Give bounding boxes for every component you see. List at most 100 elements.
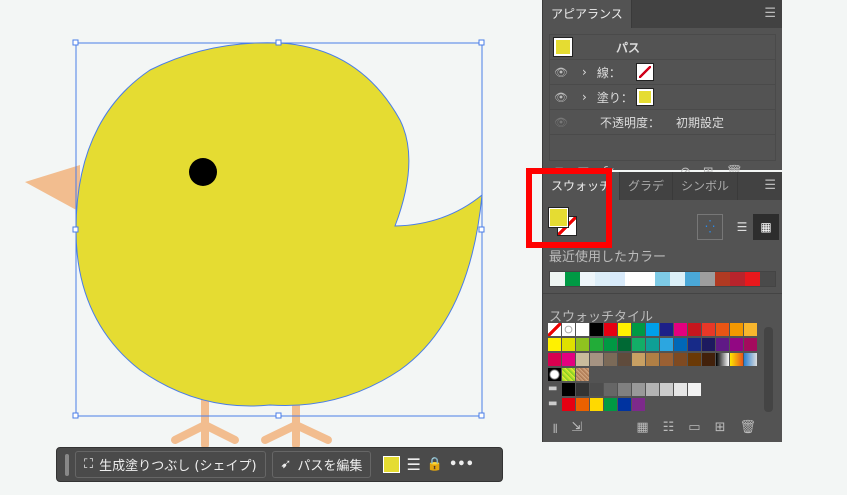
tab-gradient[interactable]: グラデ [620,172,674,200]
swatch[interactable] [618,353,631,366]
chevron-right-icon[interactable]: › [582,90,587,104]
swatch[interactable] [562,323,575,336]
swatch[interactable] [632,323,645,336]
chick-body[interactable] [75,42,483,407]
swatch[interactable] [590,323,603,336]
recent-swatch[interactable] [625,272,640,286]
swatch[interactable] [618,338,631,351]
recent-swatch[interactable] [700,272,715,286]
swatch[interactable] [632,353,645,366]
swatch[interactable] [660,353,673,366]
swatch[interactable] [562,353,575,366]
swatch[interactable] [730,353,743,366]
recent-swatch[interactable] [760,272,775,286]
swatch[interactable] [604,383,617,396]
swatch[interactable] [590,353,603,366]
lock-icon[interactable]: 🔒 [427,457,443,472]
scrollbar[interactable] [764,327,773,412]
swatch[interactable] [590,383,603,396]
recent-swatch[interactable] [715,272,730,286]
swatch[interactable] [646,338,659,351]
menu-icon[interactable]: ☰ [764,6,776,21]
swatch[interactable] [562,368,575,381]
menu-icon[interactable]: ☰ [764,178,776,193]
new-swatch-icon[interactable]: ⊞ [715,420,726,442]
swatch[interactable] [548,353,561,366]
artboard[interactable] [0,0,540,495]
swatch[interactable] [604,398,617,411]
swatch[interactable] [604,353,617,366]
folder-icon[interactable]: ▬ [548,383,561,396]
library-icon[interactable]: 𝍪 [553,420,557,442]
swatch[interactable] [716,353,729,366]
grid-view-icon[interactable]: ▦ [753,214,779,240]
swatch[interactable] [576,368,589,381]
beak[interactable] [25,165,80,212]
swatch[interactable] [646,353,659,366]
drag-handle[interactable] [65,453,69,476]
edit-path-button[interactable]: ➹ パスを編集 [271,451,372,478]
options-icon[interactable]: ☷ [663,420,675,442]
stroke-weight-icon[interactable]: ☰ [406,455,420,474]
more-icon[interactable]: ••• [449,457,474,472]
recent-swatch[interactable] [610,272,625,286]
opacity-label[interactable]: 不透明度： [600,114,676,131]
swatch[interactable] [576,398,589,411]
swatch[interactable] [562,383,575,396]
swatch[interactable] [716,338,729,351]
swatch[interactable] [688,338,701,351]
swatch[interactable] [744,323,757,336]
recent-swatch[interactable] [595,272,610,286]
swatch[interactable] [660,338,673,351]
list-view-icon[interactable]: ☰ [729,214,755,240]
swatch[interactable] [590,338,603,351]
recent-swatch[interactable] [670,272,685,286]
swatch[interactable] [674,338,687,351]
chevron-right-icon[interactable]: › [582,65,587,79]
fill-label[interactable]: 塗り： [597,89,637,106]
eye-icon[interactable]: 👁 [550,66,572,79]
swatch[interactable] [618,323,631,336]
swatch[interactable] [702,353,715,366]
recent-swatch[interactable] [745,272,760,286]
swatch[interactable] [702,338,715,351]
swatch[interactable] [548,338,561,351]
eye-icon[interactable]: 👁 [550,91,572,104]
swatch[interactable] [576,383,589,396]
swatch[interactable] [744,338,757,351]
swatch[interactable] [744,353,757,366]
recent-swatch[interactable] [685,272,700,286]
swatch[interactable] [674,323,687,336]
swatch[interactable] [604,323,617,336]
swatch[interactable] [632,383,645,396]
swatch[interactable] [618,398,631,411]
swatch[interactable] [646,383,659,396]
swatch[interactable] [562,398,575,411]
swatch[interactable] [688,323,701,336]
swatch[interactable] [674,353,687,366]
swatch[interactable] [576,353,589,366]
fill-color-button[interactable] [383,456,401,473]
swatch[interactable] [674,383,687,396]
trash-icon[interactable]: 🗑 [739,420,756,442]
place-icon[interactable]: ⇲ [571,420,582,442]
swatch[interactable] [660,383,673,396]
swatch[interactable] [576,338,589,351]
show-kind-icon[interactable]: ▦ [636,420,648,442]
swatch[interactable] [562,338,575,351]
swatch[interactable] [730,338,743,351]
stroke-label[interactable]: 線： [597,64,637,81]
swatch[interactable] [548,323,561,336]
swatch-kind-icon[interactable]: ⁛ [697,214,723,240]
recent-swatch[interactable] [580,272,595,286]
swatch[interactable] [618,383,631,396]
swatch[interactable] [548,368,561,381]
tab-appearance[interactable]: アピアランス [543,0,632,28]
fill-swatch[interactable] [635,88,654,106]
stroke-swatch[interactable] [635,63,654,81]
recent-swatch[interactable] [565,272,580,286]
swatch[interactable] [702,323,715,336]
eye-icon[interactable]: 👁 [550,116,572,129]
swatch[interactable] [590,398,603,411]
recent-swatch[interactable] [655,272,670,286]
